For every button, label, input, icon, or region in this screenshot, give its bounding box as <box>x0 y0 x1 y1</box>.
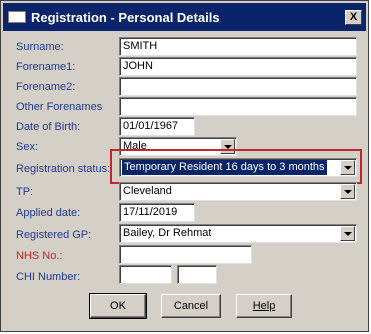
sex-label: Sex: <box>16 141 39 153</box>
nhs-no-field[interactable] <box>119 245 252 264</box>
sex-select[interactable]: Male <box>119 137 237 156</box>
registration-status-select[interactable]: Temporary Resident 16 days to 3 months <box>119 158 357 177</box>
dob-field[interactable]: 01/01/1967 <box>119 117 195 136</box>
surname-field[interactable]: SMITH <box>119 37 357 56</box>
forename2-field[interactable] <box>119 77 357 96</box>
other-forenames-field[interactable] <box>119 97 357 116</box>
registered-gp-select[interactable]: Bailey, Dr Rehmat <box>119 224 357 243</box>
chevron-down-icon[interactable] <box>220 139 235 154</box>
dob-label: Date of Birth: <box>16 121 81 133</box>
ok-button[interactable]: OK <box>89 293 147 319</box>
registered-gp-label: Registered GP: <box>16 229 92 241</box>
registration-status-value: Temporary Resident 16 days to 3 months <box>122 160 327 175</box>
forename2-label: Forename2: <box>16 81 76 93</box>
other-forenames-label: Other Forenames <box>16 101 103 113</box>
chevron-down-icon[interactable] <box>340 226 355 241</box>
chevron-down-icon[interactable] <box>340 160 355 175</box>
applied-date-field[interactable]: 17/11/2019 <box>119 203 195 222</box>
close-button[interactable]: X <box>345 10 362 25</box>
cancel-button[interactable]: Cancel <box>161 294 221 318</box>
applied-date-label: Applied date: <box>16 207 81 219</box>
registered-gp-value: Bailey, Dr Rehmat <box>123 227 212 239</box>
chevron-down-icon[interactable] <box>340 184 355 199</box>
help-button[interactable]: Help <box>236 294 292 318</box>
tp-label: TP: <box>16 186 34 198</box>
chi-number-field-1[interactable] <box>119 265 172 284</box>
surname-label: Surname: <box>16 41 64 53</box>
registration-dialog: Registration - Personal Details X Surnam… <box>0 0 369 332</box>
forename1-field[interactable]: JOHN <box>119 57 357 76</box>
sex-value: Male <box>123 140 147 152</box>
chi-number-label: CHI Number: <box>16 271 81 283</box>
tp-value: Cleveland <box>123 185 172 197</box>
registration-status-label: Registration status: <box>16 163 111 175</box>
title-bar[interactable]: Registration - Personal Details X <box>3 3 366 31</box>
forename1-label: Forename1: <box>16 61 76 73</box>
nhs-no-label: NHS No.: <box>16 250 63 262</box>
chi-number-field-2[interactable] <box>177 265 217 284</box>
window-icon <box>8 11 26 23</box>
tp-select[interactable]: Cleveland <box>119 182 357 201</box>
window-title: Registration - Personal Details <box>31 10 220 25</box>
